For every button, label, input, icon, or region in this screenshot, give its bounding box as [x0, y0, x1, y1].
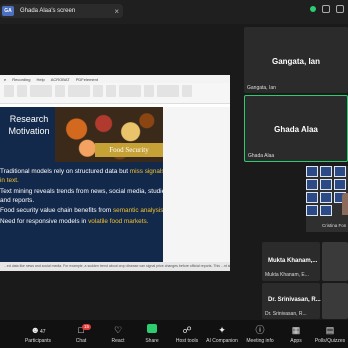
ai-companion-button[interactable]: ✦ AI Companion [204, 320, 240, 348]
apps-button[interactable]: ▦ Apps [286, 320, 306, 348]
view-icon[interactable] [322, 5, 330, 13]
ribbon-tabs: e Recording Help ACROBAT PDFelement [0, 75, 230, 83]
gallery-cell [306, 205, 318, 216]
gallery-cell [320, 205, 332, 216]
polls-button[interactable]: ▤ Polls/Quizzes [312, 320, 348, 348]
share-icon [141, 324, 163, 336]
shared-screen[interactable]: e Recording Help ACROBAT PDFelement Rese… [0, 75, 230, 271]
ai-companion-icon: ✦ [218, 325, 226, 335]
ribbon-button[interactable] [55, 85, 65, 97]
ribbon-button[interactable] [144, 85, 154, 97]
ribbon-tab[interactable]: e [4, 77, 6, 82]
react-icon: ♡ [113, 325, 123, 335]
bullet-item: Traditional models rely on structured da… [0, 168, 165, 184]
participant-name: Dr. Srinivasan, R... [268, 297, 321, 303]
ribbon-toolbar [0, 83, 230, 104]
gallery-cell [306, 179, 318, 190]
info-icon: ⓘ [255, 325, 265, 335]
active-speaker-tile[interactable]: Ghada Alaa Ghada Alaa [244, 95, 348, 162]
ribbon-button[interactable] [157, 85, 179, 97]
sharer-badge: GA [2, 6, 14, 16]
gallery-cell [320, 192, 332, 203]
participant-tile[interactable]: Gangata, Ian Gangata, Ian [244, 27, 348, 93]
participant-name: Ghada Alaa [274, 125, 318, 134]
bullet-item: Text mining reveals trends from news, so… [0, 187, 169, 204]
polls-icon: ▤ [325, 325, 335, 335]
host-tools-icon: ☍ [182, 325, 192, 335]
ribbon-tab[interactable]: PDFelement [76, 77, 98, 82]
close-icon[interactable]: × [114, 7, 119, 16]
ribbon-button[interactable] [17, 85, 27, 97]
status-icons [310, 5, 344, 13]
host-tools-button[interactable]: ☍ Host tools [173, 320, 201, 348]
ribbon-tab[interactable]: Recording [12, 77, 30, 82]
participant-label: Dr. Srinivasan, R... [265, 311, 307, 317]
meeting-info-button[interactable]: ⓘ Meeting info [244, 320, 276, 348]
notes-pane: ...ed data like news and social media. F… [0, 262, 230, 271]
chat-button[interactable]: □ 15 Chat [68, 320, 94, 348]
person-figure [342, 193, 348, 215]
gallery-label: Cristina Fon [322, 223, 347, 228]
gallery-cell [334, 166, 346, 177]
bullet-item: Need for responsive models in volatile f… [0, 217, 149, 225]
participants-icon: ☻47 [30, 325, 46, 335]
gallery-cell [320, 179, 332, 190]
meeting-toolbar: ☻47 Participants □ 15 Chat ♡ React Share… [0, 320, 348, 348]
ribbon-button[interactable] [4, 85, 14, 97]
security-status-icon[interactable] [310, 6, 316, 12]
chat-badge: 15 [82, 324, 92, 330]
participant-name: Mukta Khanam,... [268, 258, 318, 264]
ribbon-button[interactable] [182, 85, 192, 97]
ribbon-tab[interactable]: Help [36, 77, 44, 82]
participant-video-tile[interactable] [322, 242, 348, 281]
slide-title: Research Motivation [8, 114, 50, 136]
spices-image: Food Security [55, 107, 163, 162]
participant-tile[interactable]: Dr. Srinivasan, R... Dr. Srinivasan, R..… [262, 283, 321, 319]
screen-share-indicator[interactable]: GA Ghada Alaa's screen × [0, 4, 123, 18]
ribbon-button[interactable] [30, 85, 52, 97]
ribbon-tab[interactable]: ACROBAT [51, 77, 70, 82]
top-bar: GA Ghada Alaa's screen × [0, 0, 348, 24]
participant-label: Gangata, Ian [247, 85, 276, 91]
image-caption: Food Security [95, 143, 163, 157]
participant-label: Ghada Alaa [248, 153, 275, 159]
ribbon-button[interactable] [106, 85, 116, 97]
gallery-cell [306, 192, 318, 203]
react-button[interactable]: ♡ React [105, 320, 131, 348]
gallery-cell [334, 179, 346, 190]
apps-icon: ▦ [291, 325, 301, 335]
ribbon-button[interactable] [68, 85, 90, 97]
slide-canvas: Research Motivation Food Security Tradit… [0, 107, 230, 262]
participant-name: Gangata, Ian [271, 57, 320, 66]
editor-margin [163, 107, 230, 262]
ribbon-button[interactable] [93, 85, 103, 97]
bullet-item: Food security value chain benefits from … [0, 207, 166, 214]
participant-label: Mukta Khanam, E... [265, 272, 309, 278]
bullet-list: Traditional models rely on structured da… [0, 167, 170, 227]
gallery-cell [320, 166, 332, 177]
ribbon-button[interactable] [119, 85, 141, 97]
fullscreen-icon[interactable] [336, 5, 344, 13]
participant-video-tile[interactable] [322, 283, 348, 319]
gallery-cell [306, 166, 318, 177]
participants-button[interactable]: ☻47 Participants [20, 320, 56, 348]
share-title: Ghada Alaa's screen [20, 8, 76, 14]
participant-tile[interactable]: Mukta Khanam,... Mukta Khanam, E... [262, 242, 320, 281]
share-button[interactable]: Share [141, 320, 163, 348]
